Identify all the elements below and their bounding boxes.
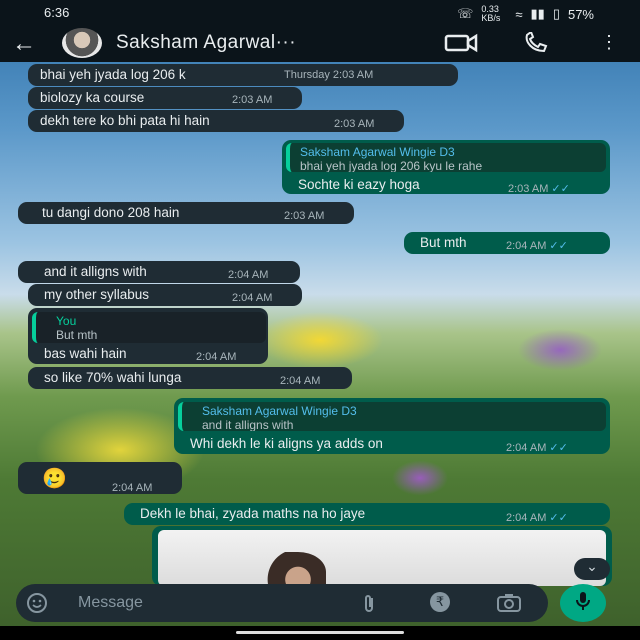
message-time-text: 2:04 AM — [506, 512, 547, 524]
message-bubble[interactable]: 🥲 2:04 AM — [18, 462, 182, 494]
message-input[interactable]: Message — [78, 594, 143, 612]
photo-subject — [256, 552, 326, 586]
message-text: Sochte ki eazy hoga — [298, 177, 420, 192]
more-vert-icon[interactable]: ⋮ — [600, 32, 618, 53]
quoted-text: and it alligns with — [202, 418, 294, 431]
message-text: so like 70% wahi lunga — [44, 370, 182, 385]
battery-icon: ▯ — [552, 6, 560, 21]
quoted-sender: Saksham Agarwal Wingie D3 — [202, 404, 357, 418]
message-bubble[interactable]: biolozy ka course 2:03 AM — [28, 87, 302, 109]
scroll-down-button[interactable]: ⌄ — [574, 558, 610, 580]
message-time: 2:04 AM — [228, 269, 269, 281]
message-time: 2:04 AM — [112, 482, 153, 494]
signal-icon: ▮▮ — [530, 6, 545, 21]
image-preview[interactable] — [158, 530, 606, 586]
voice-call-icon[interactable] — [522, 30, 550, 59]
mic-button[interactable] — [560, 584, 606, 622]
read-receipt-icon: ✓✓ — [551, 183, 570, 195]
message-time: 2:04 AM ✓✓ — [506, 441, 568, 454]
message-time: 2:04 AM ✓✓ — [506, 511, 568, 524]
camera-icon[interactable] — [496, 593, 522, 618]
message-time: 2:03 AM — [232, 94, 273, 106]
wifi-icon: ≈ — [515, 6, 523, 22]
message-time: Thursday 2:03 AM — [284, 69, 374, 81]
message-time: 2:04 AM ✓✓ — [506, 239, 568, 252]
emoji-icon[interactable] — [26, 592, 48, 619]
status-time: 6:36 — [44, 5, 70, 20]
message-time-text: 2:03 AM — [508, 183, 549, 195]
chat-header: ← Saksham Agarwal··· ⋮ — [0, 26, 640, 62]
message-time: 2:04 AM — [280, 375, 321, 387]
quoted-message[interactable]: You But mth — [32, 312, 266, 343]
quoted-sender: Saksham Agarwal Wingie D3 — [300, 145, 455, 159]
message-bubble[interactable]: But mth 2:04 AM ✓✓ — [404, 232, 610, 254]
message-bubble[interactable]: bhai yeh jyada log 206 k Thursday 2:03 A… — [28, 64, 458, 86]
contact-name[interactable]: Saksham Agarwal··· — [116, 32, 296, 54]
quoted-sender: You — [56, 314, 77, 328]
message-time: 2:04 AM — [196, 351, 237, 363]
message-bubble[interactable]: Dekh le bhai, zyada maths na ho jaye 2:0… — [124, 503, 610, 525]
message-text: Whi dekh le ki aligns ya adds on — [190, 436, 383, 451]
message-time: 2:03 AM ✓✓ — [508, 182, 570, 195]
rupee-icon[interactable]: ₹ — [430, 592, 450, 612]
message-text: bas wahi hain — [44, 346, 127, 361]
message-time-text: 2:04 AM — [506, 442, 547, 454]
message-bubble[interactable]: my other syllabus 2:04 AM — [28, 284, 302, 306]
message-text: biolozy ka course — [40, 90, 145, 105]
net-speed: 0.33 KB/s — [481, 4, 501, 23]
status-bar: 6:36 ☏ 0.33 KB/s ≈ ▮▮ ▯ 57% — [0, 0, 640, 26]
image-message[interactable] — [152, 526, 612, 586]
message-composer[interactable]: Message ₹ — [16, 584, 548, 622]
quoted-message[interactable]: Saksham Agarwal Wingie D3 and it alligns… — [178, 402, 606, 431]
message-bubble[interactable]: dekh tere ko bhi pata hi hain 2:03 AM — [28, 110, 404, 132]
mic-icon — [574, 590, 592, 617]
message-text: But mth — [420, 235, 467, 250]
quoted-text: But mth — [56, 328, 98, 342]
video-call-icon[interactable] — [444, 32, 478, 59]
battery-level: 57% — [567, 6, 594, 22]
back-arrow-icon[interactable]: ← — [12, 30, 36, 58]
message-text: dekh tere ko bhi pata hi hain — [40, 113, 210, 128]
message-bubble[interactable]: tu dangi dono 208 hain 2:03 AM — [18, 202, 354, 224]
message-bubble[interactable]: Saksham Agarwal Wingie D3 bhai yeh jyada… — [282, 140, 610, 195]
message-bubble[interactable]: You But mth bas wahi hain 2:04 AM — [28, 308, 268, 364]
message-time-text: 2:04 AM — [506, 240, 547, 252]
avatar[interactable] — [62, 28, 102, 58]
home-gesture-handle[interactable] — [236, 631, 404, 634]
message-time: 2:03 AM — [284, 210, 325, 222]
message-text: and it alligns with — [44, 264, 147, 279]
message-text: my other syllabus — [44, 287, 150, 302]
message-time: 2:03 AM — [334, 118, 375, 130]
system-nav-bar — [0, 626, 640, 640]
message-text: Dekh le bhai, zyada maths na ho jaye — [140, 506, 366, 521]
read-receipt-icon: ✓✓ — [549, 442, 568, 454]
message-time: 2:04 AM — [232, 292, 273, 304]
chevron-down-icon: ⌄ — [586, 558, 598, 574]
message-text: bhai yeh jyada log 206 k — [40, 67, 186, 82]
attach-icon[interactable] — [360, 593, 378, 620]
message-bubble[interactable]: and it alligns with 2:04 AM — [18, 261, 300, 283]
quoted-text: bhai yeh jyada log 206 kyu le rahe — [300, 159, 483, 172]
message-bubble[interactable]: Saksham Agarwal Wingie D3 and it alligns… — [174, 398, 610, 454]
quoted-message[interactable]: Saksham Agarwal Wingie D3 bhai yeh jyada… — [286, 143, 606, 172]
message-bubble[interactable]: so like 70% wahi lunga 2:04 AM — [28, 367, 352, 389]
message-text: tu dangi dono 208 hain — [42, 205, 180, 220]
read-receipt-icon: ✓✓ — [549, 240, 568, 252]
call-status-icon: ☏ — [457, 6, 474, 21]
read-receipt-icon: ✓✓ — [549, 512, 568, 524]
message-emoji: 🥲 — [42, 468, 67, 490]
